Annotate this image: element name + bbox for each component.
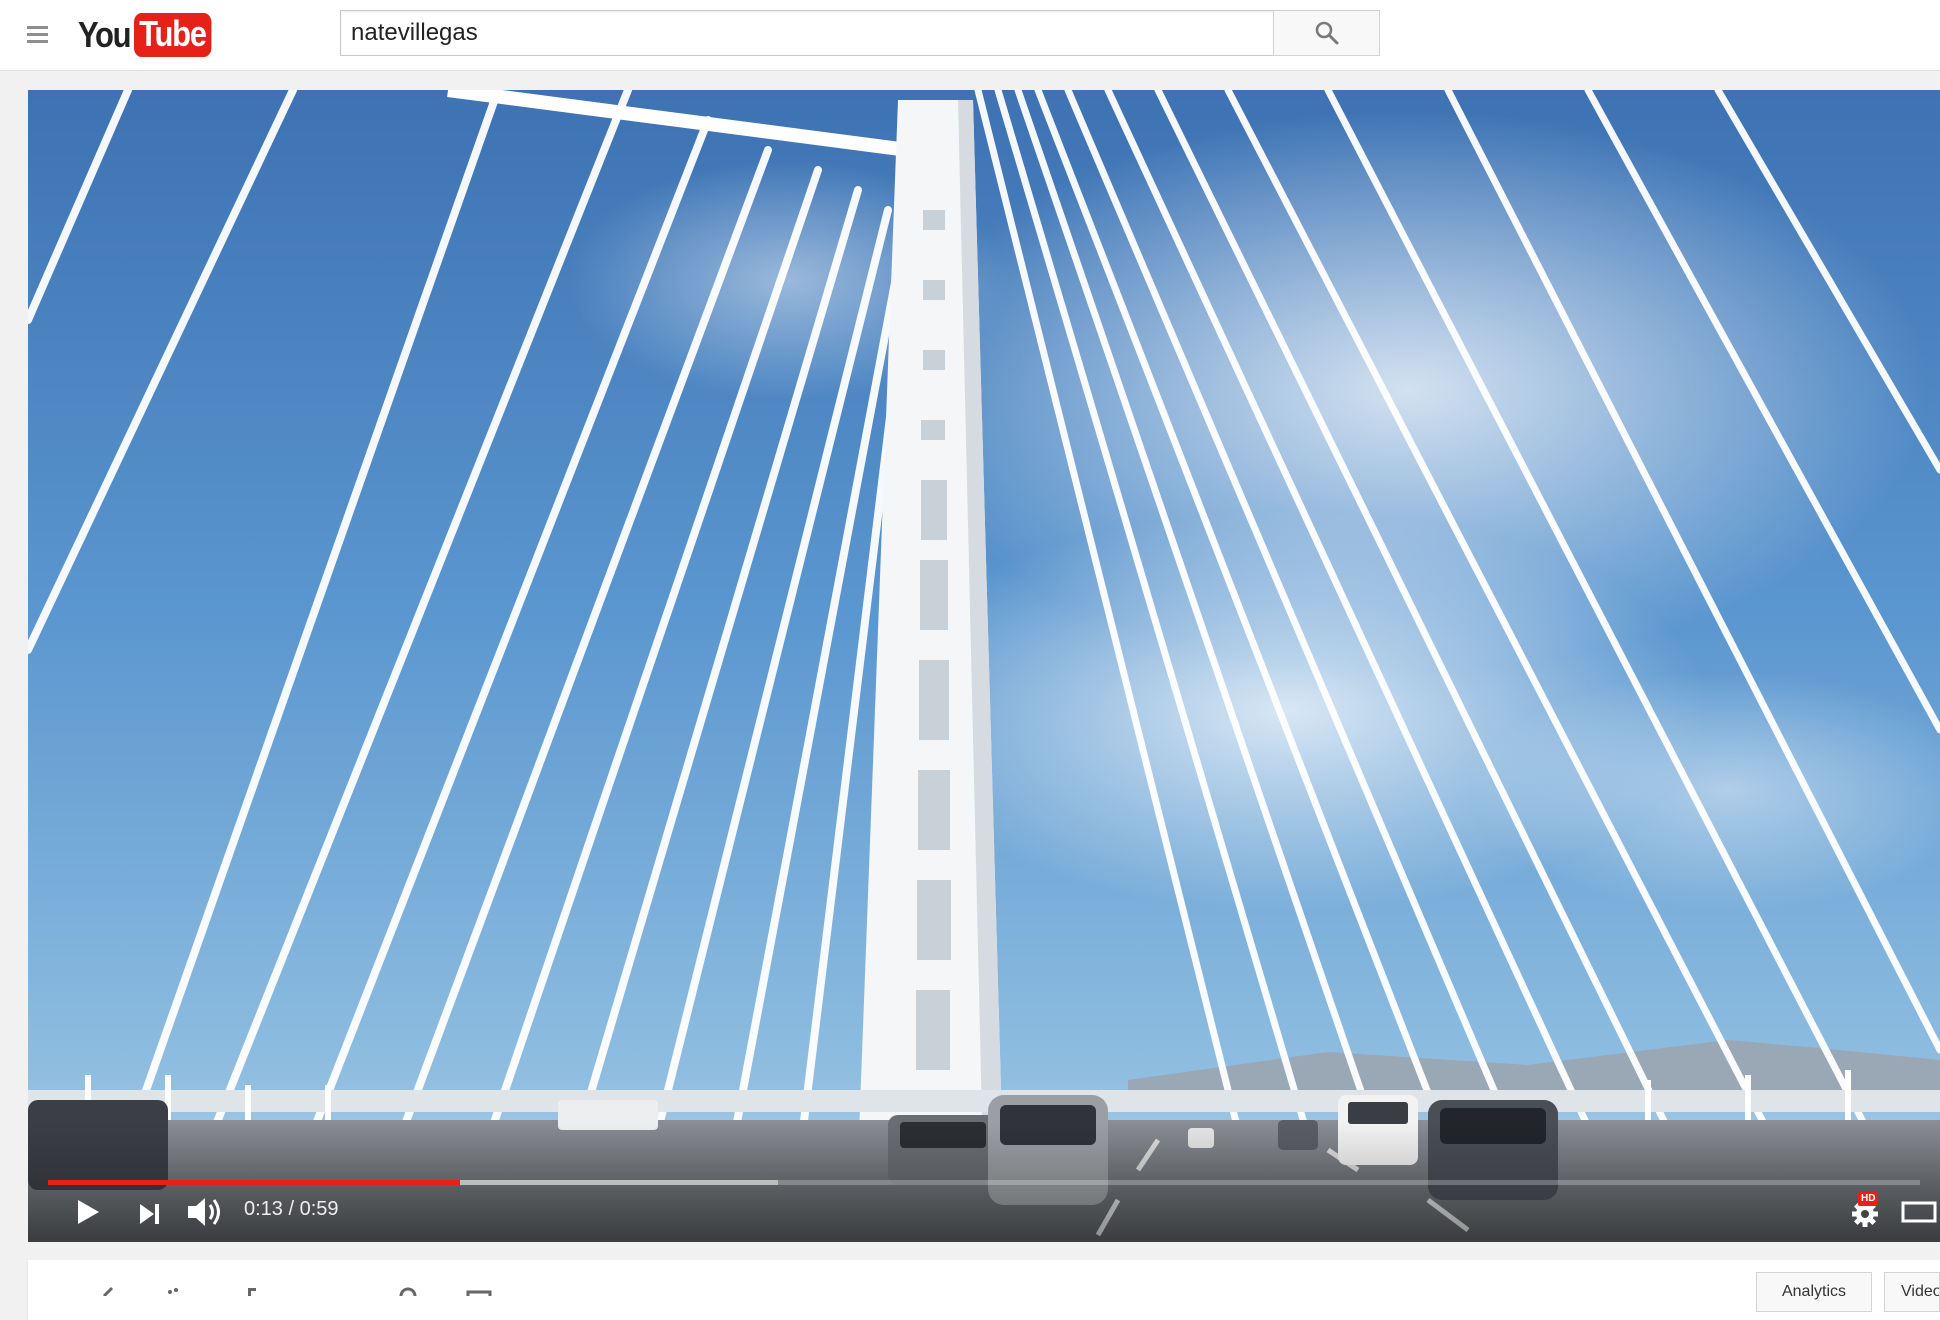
video-player[interactable]: 0:13 / 0:59 HD (28, 90, 1940, 1242)
search-form (340, 10, 1380, 56)
theater-mode-button[interactable] (1898, 1194, 1940, 1230)
play-button[interactable] (68, 1190, 108, 1234)
audio-icon[interactable] (238, 1286, 278, 1296)
cards-icon[interactable] (458, 1286, 498, 1296)
theater-mode-icon (1901, 1201, 1937, 1223)
progress-played (48, 1180, 460, 1185)
annotations-icon[interactable] (388, 1286, 428, 1296)
video-actions-bar: Analytics Video Manager (28, 1260, 1940, 1320)
progress-bar[interactable] (48, 1180, 1920, 1185)
volume-button[interactable] (182, 1190, 230, 1234)
next-button[interactable] (132, 1194, 168, 1234)
duration: 0:59 (299, 1198, 339, 1220)
analytics-button[interactable]: Analytics (1756, 1272, 1872, 1312)
edit-icon[interactable] (88, 1286, 128, 1296)
time-separator: / (282, 1198, 300, 1220)
masthead: You Tube (0, 0, 1940, 71)
search-icon (1315, 21, 1338, 45)
enhancements-icon[interactable] (148, 1286, 188, 1296)
time-display: 0:13 / 0:59 (244, 1198, 339, 1221)
hamburger-menu-icon[interactable] (22, 20, 52, 50)
hd-badge: HD (1858, 1192, 1879, 1206)
video-frame (28, 90, 1940, 1242)
video-manager-button[interactable]: Video Manager (1884, 1272, 1940, 1312)
volume-icon (188, 1198, 220, 1226)
current-time: 0:13 (244, 1198, 283, 1220)
logo-tube-text: Tube (133, 13, 212, 57)
youtube-logo[interactable]: You Tube (78, 12, 224, 58)
next-icon (140, 1204, 159, 1224)
search-button[interactable] (1273, 10, 1380, 56)
play-icon (78, 1200, 99, 1224)
search-input[interactable] (340, 10, 1274, 56)
logo-you-text: You (78, 14, 132, 55)
